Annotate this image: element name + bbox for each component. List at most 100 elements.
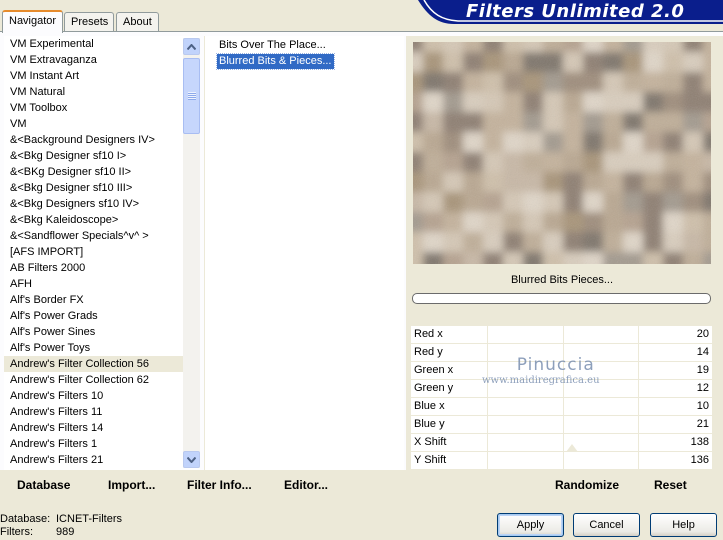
tab-navigator[interactable]: Navigator xyxy=(2,10,63,33)
slider-knob[interactable] xyxy=(566,444,578,452)
slider-tick xyxy=(638,416,639,433)
watermark-name: Pinuccia xyxy=(516,355,595,375)
chevron-down-icon xyxy=(187,456,196,463)
watermark: Pinuccia www.maidiregrafica.eu xyxy=(482,355,600,386)
randomize-button[interactable]: Randomize xyxy=(555,478,619,492)
category-item[interactable]: Alf's Border FX xyxy=(4,292,200,308)
scroll-down-button[interactable] xyxy=(183,451,200,468)
editor-button[interactable]: Editor... xyxy=(284,478,328,492)
category-item[interactable]: &<Bkg Designers sf10 IV> xyxy=(4,196,200,212)
tab-bar: Navigator Presets About xyxy=(0,10,420,33)
param-row[interactable]: Blue x 10 xyxy=(411,398,712,416)
category-item[interactable]: VM Extravaganza xyxy=(4,52,200,68)
param-value: 21 xyxy=(696,418,709,430)
database-button[interactable]: Database xyxy=(17,478,70,492)
param-value: 136 xyxy=(690,454,709,466)
category-item[interactable]: Andrew's Filter Collection 62 xyxy=(4,372,200,388)
filters-count-label: Filters: xyxy=(0,526,33,538)
filter-list[interactable]: Bits Over The Place... Blurred Bits & Pi… xyxy=(204,36,404,470)
param-value: 12 xyxy=(696,382,709,394)
param-label: Green x xyxy=(414,364,454,376)
category-item[interactable]: Alf's Power Grads xyxy=(4,308,200,324)
slider-tick xyxy=(638,326,639,343)
category-item[interactable]: VM Instant Art xyxy=(4,68,200,84)
param-label: Red y xyxy=(414,346,443,358)
param-value: 138 xyxy=(690,436,709,448)
category-item[interactable]: Andrew's Filters 10 xyxy=(4,388,200,404)
category-list[interactable]: VM Experimental VM Extravaganza VM Instant… xyxy=(4,36,200,470)
database-label: Database: xyxy=(0,513,51,525)
filters-count-value: 989 xyxy=(56,526,75,538)
slider-tick xyxy=(487,398,488,415)
parameter-sliders: Red x 20 Red y 14 Green x 19 Green y 12 Blue x 10… xyxy=(411,326,712,470)
category-item[interactable]: Andrew's Filters 11 xyxy=(4,404,200,420)
category-item[interactable]: Alf's Power Toys xyxy=(4,340,200,356)
preview-image xyxy=(413,42,711,264)
param-label: Blue x xyxy=(414,400,445,412)
slider-tick xyxy=(638,362,639,379)
scroll-thumb[interactable] xyxy=(183,58,200,134)
category-item[interactable]: Alf's Power Sines xyxy=(4,324,200,340)
slider-tick xyxy=(563,326,564,343)
slider-tick xyxy=(487,434,488,451)
category-scrollbar[interactable] xyxy=(183,38,200,468)
category-item[interactable]: &<Bkg Designer sf10 I> xyxy=(4,148,200,164)
category-item[interactable]: VM Natural xyxy=(4,84,200,100)
category-item[interactable]: &<Sandflower Specials^v^ > xyxy=(4,228,200,244)
slider-tick xyxy=(563,416,564,433)
slider-tick xyxy=(563,452,564,469)
slider-tick xyxy=(638,380,639,397)
category-item[interactable]: &<Bkg Designer sf10 III> xyxy=(4,180,200,196)
reset-button[interactable]: Reset xyxy=(654,478,687,492)
param-row[interactable]: X Shift 138 xyxy=(411,434,712,452)
category-item[interactable]: [AFS IMPORT] xyxy=(4,244,200,260)
apply-button[interactable]: Apply xyxy=(497,513,564,537)
filter-item-selected[interactable]: Blurred Bits & Pieces... xyxy=(216,53,335,70)
param-label: Y Shift xyxy=(414,454,447,466)
category-item[interactable]: &<BKg Designer sf10 II> xyxy=(4,164,200,180)
filter-item[interactable]: Bits Over The Place... xyxy=(217,38,328,53)
param-row[interactable]: Y Shift 136 xyxy=(411,444,712,470)
tab-presets[interactable]: Presets xyxy=(64,12,114,32)
slider-tick xyxy=(563,434,564,451)
tab-about[interactable]: About xyxy=(116,12,159,32)
database-value: ICNET-Filters xyxy=(56,513,122,525)
slider-tick xyxy=(487,326,488,343)
chevron-up-icon xyxy=(187,43,196,50)
category-item[interactable]: &<Bkg Kaleidoscope> xyxy=(4,212,200,228)
slider-tick xyxy=(487,416,488,433)
status-info: Database: ICNET-Filters Filters: 989 xyxy=(0,513,122,539)
param-row[interactable]: Blue y 21 xyxy=(411,416,712,434)
slider-tick xyxy=(487,452,488,469)
category-item[interactable]: &<Background Designers IV> xyxy=(4,132,200,148)
param-row[interactable]: Red x 20 xyxy=(411,326,712,344)
category-item[interactable]: AB Filters 2000 xyxy=(4,260,200,276)
category-item[interactable]: Andrew's Filters 21 xyxy=(4,452,200,468)
filter-name-label: Blurred Bits Pieces... xyxy=(510,274,614,286)
category-item[interactable]: VM xyxy=(4,116,200,132)
scroll-up-button[interactable] xyxy=(183,38,200,55)
category-item[interactable]: Andrew's Filters 1 xyxy=(4,436,200,452)
category-item[interactable]: VM Experimental xyxy=(4,36,200,52)
filter-info-button[interactable]: Filter Info... xyxy=(187,478,252,492)
param-label: Red x xyxy=(414,328,443,340)
category-item[interactable]: Andrew's Filter Collection 56 xyxy=(4,356,200,372)
import-button[interactable]: Import... xyxy=(108,478,155,492)
param-value: 10 xyxy=(696,400,709,412)
category-item[interactable]: Andrew's Filters 14 xyxy=(4,420,200,436)
progress-bar xyxy=(412,293,711,304)
category-item[interactable]: VM Toolbox xyxy=(4,100,200,116)
param-label: Blue y xyxy=(414,418,445,430)
param-label: Green y xyxy=(414,382,454,394)
category-item[interactable]: AFH xyxy=(4,276,200,292)
title-banner: Filters Unlimited 2.0 xyxy=(418,0,723,24)
param-value: 14 xyxy=(696,346,709,358)
slider-tick xyxy=(638,344,639,361)
watermark-url: www.maidiregrafica.eu xyxy=(482,375,600,386)
slider-tick xyxy=(638,398,639,415)
cancel-button[interactable]: Cancel xyxy=(573,513,640,537)
param-value: 19 xyxy=(696,364,709,376)
help-button[interactable]: Help xyxy=(650,513,717,537)
param-label: X Shift xyxy=(414,436,447,448)
app-title: Filters Unlimited 2.0 xyxy=(466,1,685,22)
